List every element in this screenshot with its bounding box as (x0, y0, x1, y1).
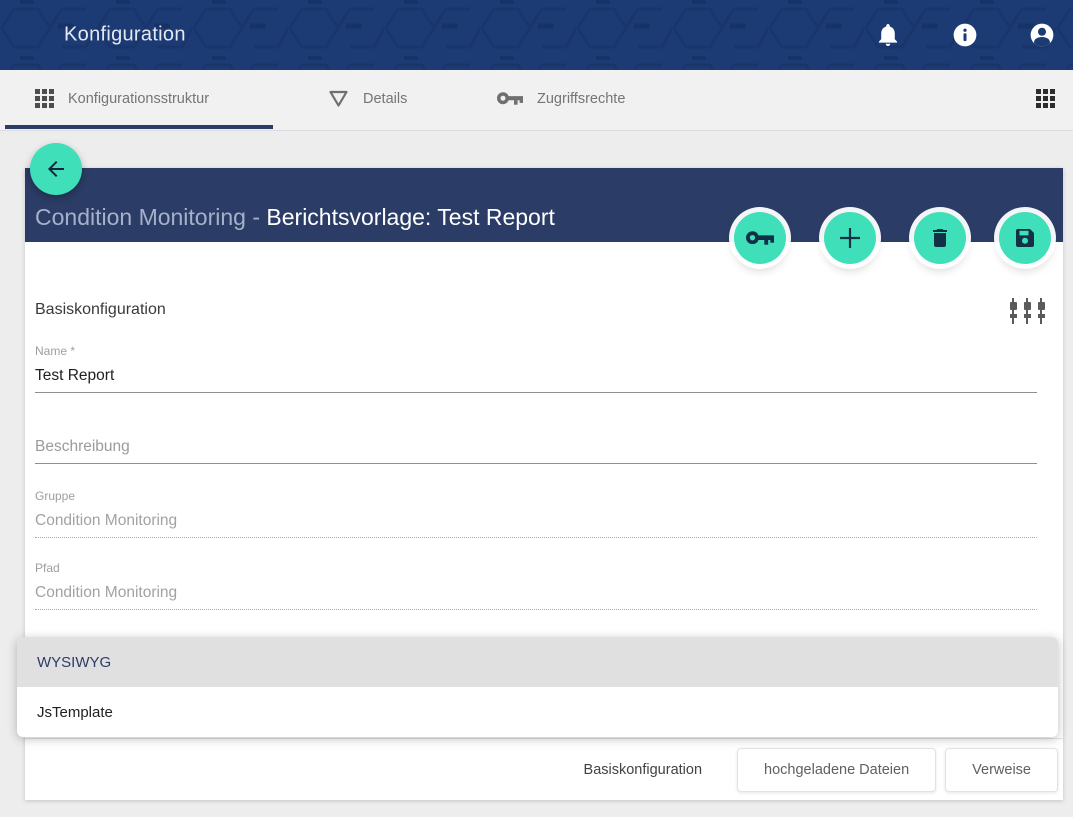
bottom-nav: Basiskonfiguration hochgeladene Dateien … (25, 738, 1063, 800)
info-icon[interactable] (952, 22, 978, 48)
description-input[interactable] (35, 436, 1037, 464)
account-icon[interactable] (1029, 22, 1055, 48)
app-window: Konfiguration (0, 0, 1073, 817)
bottom-nav-hochgeladene-dateien[interactable]: hochgeladene Dateien (737, 748, 936, 792)
tab-label: Details (363, 91, 407, 107)
banner-context: Condition Monitoring - (35, 204, 266, 230)
name-field-label: Name * (35, 344, 1037, 358)
header-actions (875, 0, 1055, 70)
tab-zugriffsrechte[interactable]: Zugriffsrechte (497, 70, 625, 127)
permissions-fab[interactable] (734, 212, 786, 264)
delete-fab[interactable] (914, 212, 966, 264)
bell-icon[interactable] (875, 22, 901, 48)
name-input[interactable] (35, 365, 1037, 393)
tab-label: Konfigurationsstruktur (68, 91, 209, 107)
banner-title: Condition Monitoring - Berichtsvorlage: … (35, 206, 555, 242)
triangle-icon (328, 89, 349, 108)
content-card: Condition Monitoring - Berichtsvorlage: … (25, 168, 1063, 800)
tab-details[interactable]: Details (328, 70, 407, 127)
group-input (35, 510, 1037, 538)
banner-main-title: Berichtsvorlage: Test Report (266, 204, 555, 230)
key-icon (497, 92, 523, 105)
apps-grid-icon[interactable] (1036, 89, 1055, 108)
template-type-dropdown: WYSIWYG JsTemplate (17, 637, 1058, 737)
name-field: Name * (35, 344, 1037, 393)
bottom-nav-verweise[interactable]: Verweise (945, 748, 1058, 792)
group-field: Gruppe (35, 489, 1037, 538)
active-tab-indicator (5, 125, 273, 129)
page-title: Konfiguration (64, 24, 186, 47)
grid-icon (35, 89, 54, 108)
arrow-left-icon (44, 157, 68, 181)
app-header: Konfiguration (0, 0, 1073, 70)
key-icon (746, 231, 774, 245)
section-title: Basiskonfiguration (35, 301, 166, 319)
bottom-nav-basiskonfiguration[interactable]: Basiskonfiguration (570, 748, 717, 792)
trash-icon (928, 226, 952, 250)
path-input (35, 582, 1037, 610)
plus-icon (837, 225, 863, 251)
path-field: Pfad (35, 561, 1037, 610)
back-button[interactable] (30, 143, 82, 195)
group-field-label: Gruppe (35, 489, 1037, 503)
save-icon (1013, 226, 1037, 250)
tab-label: Zugriffsrechte (537, 91, 625, 107)
save-fab[interactable] (999, 212, 1051, 264)
dropdown-option-jstemplate[interactable]: JsTemplate (17, 687, 1058, 737)
add-fab[interactable] (824, 212, 876, 264)
path-field-label: Pfad (35, 561, 1037, 575)
dropdown-option-wysiwyg[interactable]: WYSIWYG (17, 637, 1058, 687)
description-field (35, 436, 1037, 464)
title-banner: Condition Monitoring - Berichtsvorlage: … (25, 168, 1063, 242)
tab-konfigurationsstruktur[interactable]: Konfigurationsstruktur (35, 70, 209, 127)
tab-bar: Konfigurationsstruktur Details Zugriffsr… (0, 70, 1073, 131)
tune-icon[interactable] (1004, 294, 1050, 328)
